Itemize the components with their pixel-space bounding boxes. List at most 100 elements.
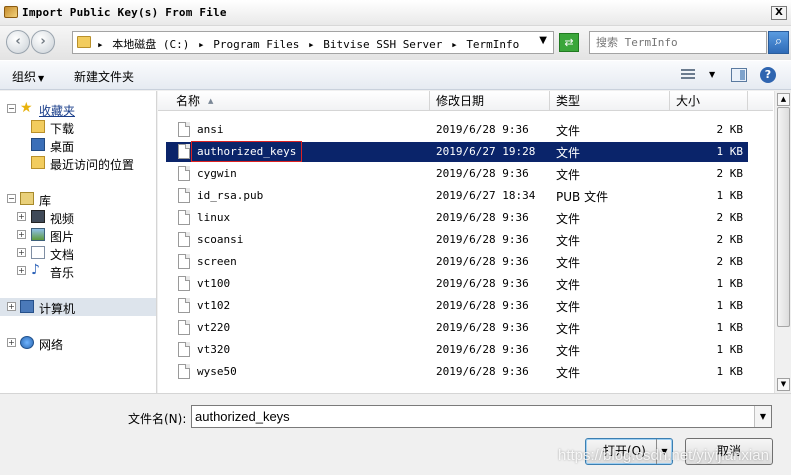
file-date: 2019/6/28 9:36 xyxy=(436,277,529,290)
file-size: 1 KB xyxy=(716,189,744,202)
file-row[interactable]: ansi 2019/6/28 9:36 文件 2 KB xyxy=(166,120,748,140)
view-options-icon[interactable] xyxy=(681,69,695,81)
preview-pane-icon[interactable] xyxy=(731,68,747,82)
scrollbar-thumb[interactable] xyxy=(777,107,790,327)
file-type: 文件 xyxy=(556,344,581,358)
tree-item-libraries[interactable]: − 库 xyxy=(0,190,156,208)
collapse-icon[interactable]: − xyxy=(7,194,16,203)
tree-item-recent[interactable]: 最近访问的位置 xyxy=(0,154,156,172)
forward-button[interactable]: › xyxy=(31,30,55,54)
column-header-date[interactable]: 修改日期 xyxy=(430,91,550,111)
file-row[interactable]: cygwin 2019/6/28 9:36 文件 2 KB xyxy=(166,164,748,184)
file-row[interactable]: wyse50 2019/6/28 9:36 文件 1 KB xyxy=(166,362,748,382)
tree-label: 图片 xyxy=(50,230,75,244)
refresh-icon[interactable]: ⇄ xyxy=(559,33,579,52)
video-icon xyxy=(31,210,45,223)
tree-item-videos[interactable]: + 视频 xyxy=(0,208,156,226)
tree-item-downloads[interactable]: 下载 xyxy=(0,118,156,136)
music-icon: ♪ xyxy=(31,262,40,278)
collapse-icon[interactable]: − xyxy=(7,104,16,113)
tree-item-music[interactable]: + ♪ 音乐 xyxy=(0,262,156,280)
file-date: 2019/6/28 9:36 xyxy=(436,255,529,268)
breadcrumb-item-drive[interactable]: 本地磁盘 (C:) xyxy=(112,38,189,51)
back-button[interactable]: ‹ xyxy=(6,30,30,54)
documents-icon xyxy=(31,246,45,259)
search-box[interactable] xyxy=(589,31,767,54)
tree-item-pictures[interactable]: + 图片 xyxy=(0,226,156,244)
column-header-row: 名称 ▲ 修改日期 类型 大小 xyxy=(158,91,773,111)
tree-label: 计算机 xyxy=(39,302,76,316)
organize-label: 组织 xyxy=(12,70,37,84)
file-icon xyxy=(178,298,190,313)
search-input[interactable] xyxy=(590,32,766,53)
organize-menu[interactable]: 组织 ▼ xyxy=(12,68,44,85)
library-icon xyxy=(20,192,34,205)
file-row[interactable]: id_rsa.pub 2019/6/27 18:34 PUB 文件 1 KB xyxy=(166,186,748,206)
expand-icon[interactable]: + xyxy=(17,212,26,221)
tree-item-network[interactable]: + 网络 xyxy=(0,334,156,352)
file-row[interactable]: vt100 2019/6/28 9:36 文件 1 KB xyxy=(166,274,748,294)
file-name: ansi xyxy=(197,123,224,136)
file-icon xyxy=(178,254,190,269)
chevron-down-icon[interactable]: ▼ xyxy=(709,70,715,79)
file-size: 2 KB xyxy=(716,255,744,268)
new-folder-button[interactable]: 新建文件夹 xyxy=(74,68,134,85)
file-row[interactable]: screen 2019/6/28 9:36 文件 2 KB xyxy=(166,252,748,272)
file-row[interactable]: linux 2019/6/28 9:36 文件 2 KB xyxy=(166,208,748,228)
tree-label: 网络 xyxy=(39,338,64,352)
search-icon[interactable]: ⌕ xyxy=(768,31,789,54)
file-type: 文件 xyxy=(556,234,581,248)
pictures-icon xyxy=(31,228,45,241)
file-row[interactable]: vt102 2019/6/28 9:36 文件 1 KB xyxy=(166,296,748,316)
scroll-down-icon[interactable]: ▼ xyxy=(777,378,790,391)
tree-item-computer[interactable]: + 计算机 xyxy=(0,298,156,316)
tree-label: 文档 xyxy=(50,248,75,262)
file-icon xyxy=(178,144,190,159)
expand-icon[interactable]: + xyxy=(17,266,26,275)
file-row[interactable]: vt320 2019/6/28 9:36 文件 1 KB xyxy=(166,340,748,360)
chevron-down-icon[interactable]: ▼ xyxy=(539,35,547,46)
file-row[interactable]: scoansi 2019/6/28 9:36 文件 2 KB xyxy=(166,230,748,250)
expand-icon[interactable]: + xyxy=(7,338,16,347)
filename-label: 文件名(N): xyxy=(128,412,187,426)
address-bar[interactable]: ▸ 本地磁盘 (C:) ▸ Program Files ▸ Bitvise SS… xyxy=(72,31,554,54)
file-date: 2019/6/28 9:36 xyxy=(436,123,529,136)
breadcrumb-item-bitvise[interactable]: Bitvise SSH Server xyxy=(323,38,442,51)
vertical-scrollbar[interactable]: ▲ ▼ xyxy=(774,91,791,393)
tree-item-favorites[interactable]: − ★ 收藏夹 xyxy=(0,100,156,118)
file-size: 1 KB xyxy=(716,299,744,312)
file-list-pane: 名称 ▲ 修改日期 类型 大小 ansi 2019/6/28 9:36 文件 2 … xyxy=(158,91,791,393)
column-header-size[interactable]: 大小 xyxy=(670,91,748,111)
column-header-name[interactable]: 名称 ▲ xyxy=(170,91,430,111)
file-name: authorized_keys xyxy=(190,141,303,162)
scroll-up-icon[interactable]: ▲ xyxy=(777,93,790,106)
file-date: 2019/6/28 9:36 xyxy=(436,343,529,356)
expand-icon[interactable]: + xyxy=(7,302,16,311)
help-icon[interactable]: ? xyxy=(760,67,776,83)
close-button[interactable]: X xyxy=(771,6,787,20)
file-size: 1 KB xyxy=(716,321,744,334)
column-label: 名称 xyxy=(176,94,201,108)
breadcrumb-separator: ▸ xyxy=(307,38,315,51)
network-icon xyxy=(20,336,34,349)
tree-item-desktop[interactable]: 桌面 xyxy=(0,136,156,154)
file-name: vt320 xyxy=(197,343,231,356)
expand-icon[interactable]: + xyxy=(17,248,26,257)
filename-input[interactable] xyxy=(192,406,752,427)
expand-icon[interactable]: + xyxy=(17,230,26,239)
computer-icon xyxy=(20,300,34,313)
tree-label: 音乐 xyxy=(50,266,75,280)
breadcrumb-item-terminfo[interactable]: TermInfo xyxy=(466,38,519,51)
breadcrumb-item-program-files[interactable]: Program Files xyxy=(213,38,299,51)
file-name: screen xyxy=(197,255,237,268)
file-size: 2 KB xyxy=(716,167,744,180)
chevron-down-icon[interactable]: ▼ xyxy=(754,406,771,427)
file-type: 文件 xyxy=(556,366,581,380)
file-row-selected[interactable]: authorized_keys 2019/6/27 19:28 文件 1 KB xyxy=(166,141,748,162)
filename-combo[interactable]: ▼ xyxy=(191,405,772,428)
tree-item-documents[interactable]: + 文档 xyxy=(0,244,156,262)
downloads-icon xyxy=(31,120,45,133)
column-header-type[interactable]: 类型 xyxy=(550,91,670,111)
file-row[interactable]: vt220 2019/6/28 9:36 文件 1 KB xyxy=(166,318,748,338)
file-type: 文件 xyxy=(556,322,581,336)
